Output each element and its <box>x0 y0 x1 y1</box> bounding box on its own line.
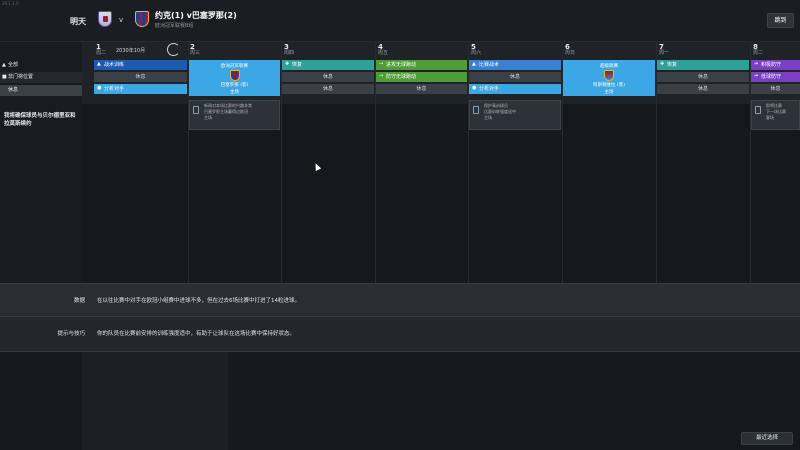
session-slot[interactable]: 休息 <box>94 72 187 82</box>
session-slot[interactable]: ✚ 恢复 <box>657 60 749 70</box>
match-venue: 主场 <box>604 90 614 95</box>
opponent-crest-icon <box>604 70 614 81</box>
low-block-icon: ↠ <box>754 73 759 79</box>
session-slot[interactable]: 休息 <box>657 72 749 82</box>
session-slot[interactable]: 休息 <box>376 84 467 94</box>
tips-panel: 提示与技巧 你的队员在比赛前安排的训练强度适中，有助于让球队在这场比赛中保持好状… <box>0 317 800 352</box>
session-slot[interactable]: ▲ 比赛战术 <box>469 60 561 70</box>
match-venue: 主场 <box>230 90 239 95</box>
defence-icon: → <box>379 73 384 79</box>
day-header[interactable]: 4 周五 <box>375 43 468 56</box>
info-shield-icon <box>193 106 199 114</box>
competition-label: 欧洲冠军联赛B组 <box>155 23 194 29</box>
player-icon: ■ <box>2 74 7 80</box>
data-panel-label: 数据 <box>73 298 85 304</box>
mouse-cursor-icon <box>312 162 322 171</box>
session-slot[interactable]: ✚ 恢复 <box>282 60 374 70</box>
versus-label: v <box>119 16 124 24</box>
data-panel-text: 在以往比赛中对手在欧冠小组赛中进球不多，但在过去6场比赛中打进了14粒进球。 <box>97 298 301 304</box>
data-panel: 数据 在以往比赛中对手在欧冠小组赛中进球不多，但在过去6场比赛中打进了14粒进球… <box>0 283 800 317</box>
tips-panel-label: 提示与技巧 <box>57 331 85 337</box>
analysis-icon: ● <box>472 85 477 91</box>
session-slot[interactable]: 休息 <box>282 84 374 94</box>
tip-card[interactable]: 即将比赛 下一场比赛 客场 <box>751 100 800 130</box>
analysis-icon: ● <box>97 85 102 91</box>
match-opponent: 阿斯顿维拉 (客) <box>593 83 625 88</box>
filter-non-goalkeeper[interactable]: ■ 非门将位置 <box>0 72 82 83</box>
match-competition: 欧洲冠军联赛 <box>221 64 248 69</box>
news-feed-card <box>82 352 228 450</box>
board-message: 我将确保球员与贝尔德里亚和拉莫斯续约 <box>4 113 76 127</box>
home-team-crest-icon[interactable] <box>98 11 112 27</box>
session-slot[interactable]: → 防守无球跑动 <box>376 72 467 82</box>
session-slot[interactable]: ● 分析对手 <box>94 84 187 94</box>
skip-button[interactable]: 跳到 <box>767 13 794 28</box>
month-label: 2030年10月 <box>116 48 146 54</box>
tactics-icon: ▲ <box>97 61 101 67</box>
tips-panel-text: 你的队员在比赛前安排的训练强度适中，有助于让球队在这场比赛中保持好状态。 <box>97 331 296 337</box>
tip-card[interactable]: 新闻对本场比赛的兴趣非常 巴塞罗那主场赢得过欧冠 主场 <box>189 100 280 130</box>
match-competition: 超级联赛 <box>600 64 618 69</box>
match-title[interactable]: 约克(1) v巴塞罗那(2) <box>155 10 237 21</box>
match-tactics-icon: ▲ <box>472 61 476 67</box>
match-day-box[interactable]: 欧洲冠军联赛 巴塞罗那 (客) 主场 <box>189 60 280 96</box>
day-header[interactable]: 7 周一 <box>656 43 750 56</box>
session-slot[interactable]: 休息 <box>751 84 800 94</box>
filter-all[interactable]: ▲ 全部 <box>0 60 82 71</box>
attack-icon: → <box>379 61 384 67</box>
match-day-box[interactable]: 超级联赛 阿斯顿维拉 (客) 主场 <box>563 60 655 96</box>
match-when-label: 明天 <box>70 17 86 26</box>
info-shield-icon <box>473 106 479 114</box>
info-shield-icon <box>755 106 761 114</box>
filter-rest[interactable]: 休息 <box>0 85 82 96</box>
loading-spinner-icon <box>167 43 180 56</box>
session-slot[interactable]: → 进攻无球跑动 <box>376 60 467 70</box>
session-slot[interactable]: 休息 <box>469 72 561 82</box>
session-slot[interactable]: ▲ 战术训练 <box>94 60 187 70</box>
all-icon: ▲ <box>2 62 6 68</box>
session-slot[interactable]: ● 分析对手 <box>469 84 561 94</box>
session-slot[interactable]: 休息 <box>657 84 749 94</box>
day-header[interactable]: 3 周四 <box>281 43 375 56</box>
sort-dropdown-button[interactable]: 最近选择 <box>741 432 793 445</box>
left-filter-panel: ▲ 全部 ■ 非门将位置 休息 <box>0 42 82 292</box>
pressing-icon: ↠ <box>754 61 759 67</box>
day-header[interactable]: 6 周日 <box>562 43 656 56</box>
day-header[interactable]: 5 周六 <box>468 43 562 56</box>
session-slot[interactable]: ↠ 积极防守 <box>751 60 800 70</box>
version-label: 26.1.1.0 <box>2 1 19 6</box>
recovery-icon: ✚ <box>285 61 290 67</box>
opponent-crest-icon <box>229 70 240 81</box>
away-team-crest-icon[interactable] <box>135 11 149 27</box>
recovery-icon: ✚ <box>660 61 665 67</box>
day-header[interactable]: 8 周二 <box>750 43 800 56</box>
tip-card[interactable]: 保护青训球员 比赛训练强度适中 主场 <box>469 100 561 130</box>
day-header[interactable]: 2 周三 <box>187 43 281 56</box>
match-opponent: 巴塞罗那 (客) <box>220 83 249 88</box>
session-slot[interactable]: 休息 <box>282 72 374 82</box>
session-slot[interactable]: ↠ 低球防守 <box>751 72 800 82</box>
